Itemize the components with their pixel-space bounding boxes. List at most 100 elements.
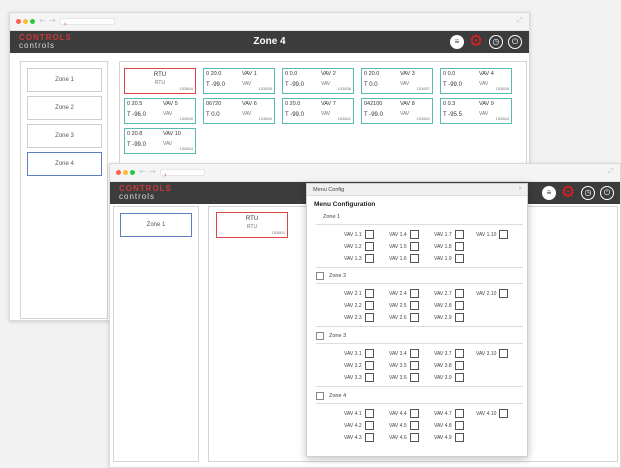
vav-checkbox[interactable] [454,349,464,358]
vav-option-label: VAV 2.5 [389,302,407,309]
card-type: VAV [163,141,173,147]
zone-checkbox[interactable] [316,332,324,340]
vav-checkbox[interactable] [454,289,464,298]
close-dot[interactable] [16,19,21,24]
vav-checkbox[interactable] [364,349,374,358]
vav-checkbox[interactable] [364,313,374,322]
vav-checkbox[interactable] [409,433,419,442]
vav-card[interactable]: 0 0.0 VAV 4 T -99.0 VAV 153838 [440,68,512,94]
vav-checkbox[interactable] [454,301,464,310]
vav-checkbox[interactable] [364,230,374,239]
card-name: RTU [153,72,167,78]
vav-checkbox[interactable] [364,289,374,298]
vav-option-label: VAV 2.4 [389,290,407,297]
menu-icon[interactable]: ≡ [450,35,464,49]
resize-icon[interactable]: ⤢ [517,17,523,24]
address-bar[interactable]: › [60,18,115,28]
vav-card[interactable]: 042100 VAV 8 T -99.0 VAV 153842 [361,98,433,124]
zone-button-3[interactable]: Zone 3 [27,124,102,148]
vav-checkbox[interactable] [364,433,374,442]
vav-card[interactable]: 0 20.8 VAV 10 T -99.0 VAV 153844 [124,128,196,154]
card-setpoint: 0 20.5 [127,101,143,107]
vav-checkbox[interactable] [454,313,464,322]
vav-checkbox[interactable] [364,421,374,430]
power-icon[interactable]: ⏻ [508,35,522,49]
close-icon[interactable]: × [518,186,522,192]
vav-checkbox[interactable] [454,433,464,442]
vav-checkbox[interactable] [409,373,419,382]
vav-card[interactable]: 06720 VAV 6 T 0.0 VAV 153840 [203,98,275,124]
zone-group-label: Zone 1 [323,214,341,220]
vav-checkbox[interactable] [409,230,419,239]
zone-button-1[interactable]: Zone 1 [27,68,102,92]
card-setpoint: 06720 [206,101,222,107]
rtu-card[interactable]: RTU RTU 153801 [216,212,288,238]
gear-icon[interactable]: ⚙ [561,185,575,201]
vav-checkbox[interactable] [409,421,419,430]
vav-checkbox[interactable] [364,301,374,310]
gear-icon[interactable]: ⚙ [469,34,483,50]
vav-checkbox[interactable] [409,349,419,358]
back-icon[interactable]: ← [139,167,146,176]
card-temp: T 0.0 [364,82,378,88]
rtu-card[interactable]: RTU RTU 153804 [124,68,196,94]
vav-checkbox[interactable] [454,254,464,263]
forward-icon[interactable]: → [49,16,56,25]
zone-button-2[interactable]: Zone 2 [27,96,102,120]
card-temp: T -99.0 [443,82,462,88]
clock-icon[interactable]: ◷ [581,186,595,200]
vav-option-label: VAV 2.6 [389,314,407,321]
vav-checkbox[interactable] [364,254,374,263]
back-icon[interactable]: ← [39,16,46,25]
resize-icon[interactable]: ⤢ [608,168,614,175]
vav-checkbox[interactable] [409,289,419,298]
vav-checkbox[interactable] [364,361,374,370]
vav-checkbox[interactable] [364,409,374,418]
vav-option: VAV 1.3 [344,254,374,263]
vav-checkbox[interactable] [364,242,374,251]
vav-card[interactable]: 0 0.3 VAV 9 T -95.5 VAV 153843 [440,98,512,124]
vav-checkbox[interactable] [409,409,419,418]
minimize-dot[interactable] [23,19,28,24]
card-temp: T 0.0 [206,112,220,118]
clock-icon[interactable]: ◷ [489,35,503,49]
vav-checkbox[interactable] [409,254,419,263]
zone-button-1[interactable]: Zone 1 [120,213,192,237]
vav-checkbox[interactable] [409,242,419,251]
power-icon[interactable]: ⏻ [600,186,614,200]
close-dot[interactable] [116,170,121,175]
vav-checkbox[interactable] [364,373,374,382]
zone-button-4[interactable]: Zone 4 [27,152,102,176]
vav-card[interactable]: 0 20.0 VAV 1 T -99.0 VAV 153835 [203,68,275,94]
vav-checkbox[interactable] [499,349,509,358]
forward-icon[interactable]: → [149,167,156,176]
card-temp: T -99.0 [285,112,304,118]
vav-card[interactable]: 0 20.5 VAV 5 T -96.0 VAV 153839 [124,98,196,124]
vav-checkbox[interactable] [454,409,464,418]
vav-card[interactable]: 0 0.0 VAV 2 T -99.0 VAV 153836 [282,68,354,94]
vav-option-label: VAV 1.8 [434,243,452,250]
card-name: VAV 8 [400,101,415,107]
vav-option: VAV 4.5 [389,421,419,430]
address-bar[interactable]: › [160,169,205,179]
vav-checkbox[interactable] [454,242,464,251]
zone-sidebar: Zone 1 [113,206,199,462]
zone-checkbox[interactable] [316,272,324,280]
vav-card[interactable]: 0 20.0 VAV 3 T 0.0 VAV 153837 [361,68,433,94]
vav-checkbox[interactable] [499,409,509,418]
vav-checkbox[interactable] [454,421,464,430]
vav-checkbox[interactable] [454,373,464,382]
maximize-dot[interactable] [30,19,35,24]
maximize-dot[interactable] [130,170,135,175]
vav-checkbox[interactable] [409,301,419,310]
minimize-dot[interactable] [123,170,128,175]
vav-checkbox[interactable] [454,361,464,370]
vav-checkbox[interactable] [499,230,509,239]
vav-card[interactable]: 0 20.0 VAV 7 T -99.0 VAV 153841 [282,98,354,124]
vav-checkbox[interactable] [499,289,509,298]
vav-checkbox[interactable] [409,361,419,370]
vav-checkbox[interactable] [409,313,419,322]
vav-checkbox[interactable] [454,230,464,239]
zone-checkbox[interactable] [316,392,324,400]
menu-icon[interactable]: ≡ [542,186,556,200]
